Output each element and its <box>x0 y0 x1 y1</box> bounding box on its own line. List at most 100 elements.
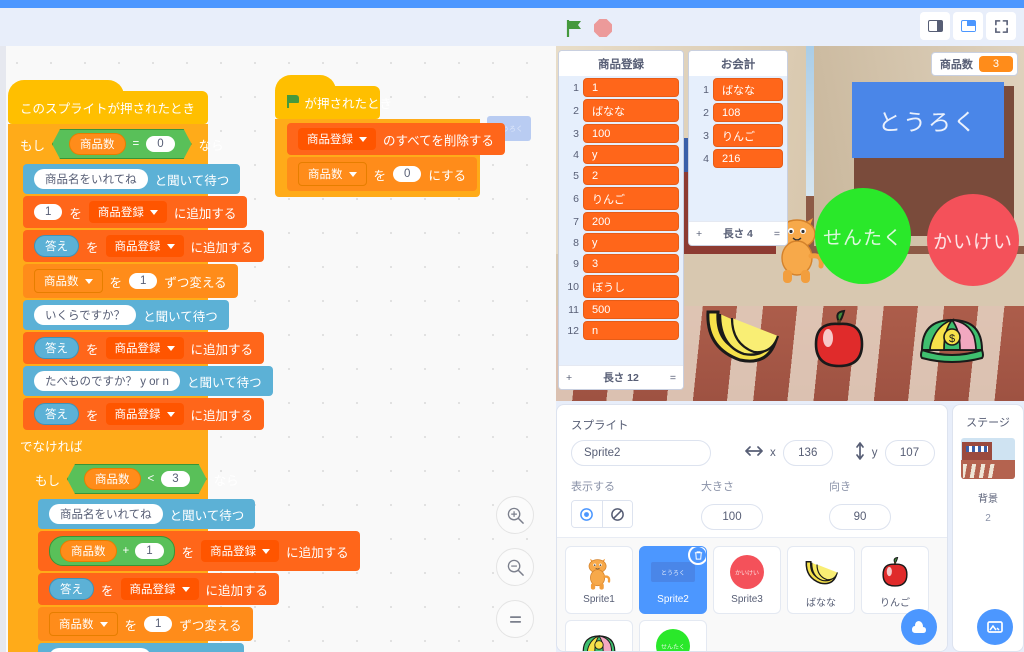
change-amount-input[interactable]: 1 <box>144 616 173 632</box>
variable-shohinsu[interactable]: 商品数 <box>84 468 141 490</box>
list-row[interactable]: 52 <box>559 165 683 186</box>
zoom-out-button[interactable] <box>496 548 534 586</box>
list-row[interactable]: 8y <box>559 232 683 253</box>
stop-sign-icon[interactable] <box>594 19 612 37</box>
zoom-reset-button[interactable] <box>496 600 534 638</box>
variable-dropdown[interactable]: 商品数 <box>298 162 367 186</box>
operand-value[interactable]: 0 <box>146 136 174 152</box>
list-row-value[interactable]: 216 <box>713 149 783 168</box>
small-stage-layout-button[interactable] <box>920 12 950 40</box>
sprite-x-input[interactable] <box>782 440 833 466</box>
sprite-direction-input[interactable] <box>829 504 891 530</box>
sprite-card-touroku-button[interactable]: とうろく Sprite2 <box>639 546 707 614</box>
add-answer-to-list-block[interactable]: 答え を 商品登録 に追加する <box>23 230 265 262</box>
list-row[interactable]: 7 200 <box>559 211 683 232</box>
stage-sprite-apple[interactable] <box>808 308 870 370</box>
list-row-value[interactable]: 3 <box>583 254 679 273</box>
change-variable-block[interactable]: 商品数 を 1 ずつ変える <box>23 264 238 298</box>
add-value-input[interactable]: 1 <box>34 204 63 220</box>
ask-and-wait-block[interactable]: いくらですか？ と聞いて待つ <box>38 643 244 652</box>
less-than-operator-block[interactable]: 商品数 < 3 <box>67 464 207 494</box>
sprite-card-kaikei-circle[interactable]: かいけい Sprite3 <box>713 546 781 614</box>
list-row-value[interactable]: y <box>583 233 679 252</box>
variable-dropdown[interactable]: 商品数 <box>34 269 103 293</box>
add-expression-to-list-block[interactable]: 商品数 + 1 を 商品登録 に追加する <box>38 531 360 571</box>
list-dropdown[interactable]: 商品登録 <box>88 201 167 223</box>
list-row[interactable]: 2 ばなな <box>559 98 683 123</box>
add-answer-to-list-block[interactable]: 答え を 商品登録 に追加する <box>38 573 280 605</box>
list-dropdown[interactable]: 商品登録 <box>105 235 184 257</box>
list-row[interactable]: 6 りんご <box>559 186 683 211</box>
list-monitor-okaikei[interactable]: お会計 1 ばなな 2 108 3 りんご 4 216 + 長さ 4 = <box>688 50 788 246</box>
ask-and-wait-block[interactable]: たべものですか？ y or n と聞いて待つ <box>23 366 273 396</box>
sprite-selector-list[interactable]: Sprite1とうろくSprite2かいけいSprite3ばななりんごぼうしせん… <box>557 537 947 651</box>
sprite-card-hat[interactable]: ぼうし <box>565 620 633 651</box>
hat-block-when-this-sprite-clicked[interactable]: このスプライトが押されたとき <box>8 80 208 124</box>
add-to-list-block[interactable]: 1 を 商品登録 に追加する <box>23 196 248 228</box>
ask-prompt-input[interactable]: 商品名をいれてね <box>34 169 148 189</box>
operand-value[interactable]: 3 <box>161 471 189 487</box>
list-resize-handle[interactable]: = <box>774 228 780 240</box>
add-answer-to-list-block[interactable]: 答え を 商品登録 に追加する <box>23 332 265 364</box>
sprite-card-apple[interactable]: りんご <box>861 546 929 614</box>
script-when-sprite-clicked[interactable]: このスプライトが押されたとき <box>8 80 208 124</box>
list-row-value[interactable]: ばなな <box>583 99 679 122</box>
operand-value[interactable]: 1 <box>135 543 164 559</box>
list-row-value[interactable]: りんご <box>713 124 783 147</box>
ask-and-wait-block[interactable]: 商品名をいれてね と聞いて待つ <box>23 164 241 194</box>
list-row[interactable]: 1 ばなな <box>689 77 787 102</box>
answer-reporter[interactable]: 答え <box>49 578 94 600</box>
variable-shohinsu[interactable]: 商品数 <box>69 133 126 155</box>
add-answer-to-list-block[interactable]: 答え を 商品登録 に追加する <box>23 398 265 430</box>
sprite-card-banana[interactable]: ばなな <box>787 546 855 614</box>
stage-sprite-hat[interactable]: $ <box>914 312 990 366</box>
list-add-button[interactable]: + <box>566 372 572 384</box>
list-dropdown[interactable]: 商品登録 <box>120 578 199 600</box>
list-row-value[interactable]: ばなな <box>713 78 783 101</box>
stage-selector-panel[interactable]: ステージ 背景 2 <box>952 404 1024 652</box>
list-row[interactable]: 3 りんご <box>689 123 787 148</box>
variable-monitor-shohinsu[interactable]: 商品数 3 <box>930 52 1018 76</box>
list-row[interactable]: 4y <box>559 144 683 165</box>
list-resize-handle[interactable]: = <box>670 372 676 384</box>
ask-prompt-input[interactable]: たべものですか？ y or n <box>34 371 180 391</box>
ask-prompt-input[interactable]: いくらですか？ <box>34 305 137 325</box>
list-row-value[interactable]: 200 <box>583 212 679 231</box>
large-stage-layout-button[interactable] <box>953 12 983 40</box>
stage-thumbnail[interactable] <box>961 438 1015 479</box>
set-value-input[interactable]: 0 <box>393 166 422 182</box>
list-row[interactable]: 2 108 <box>689 102 787 123</box>
show-sprite-button[interactable] <box>572 501 602 527</box>
list-add-button[interactable]: + <box>696 228 702 240</box>
stage-sprite-sentaku-button[interactable]: せんたく <box>815 188 911 284</box>
list-monitor-shohin-touroku[interactable]: 商品登録 1 1 2 ばなな 3 100 4 y 5 2 6 りんご 7 200 8 y 9 3 10 ぼうし 11 50… <box>558 50 684 390</box>
list-row-value[interactable]: ぼうし <box>583 275 679 298</box>
hide-sprite-button[interactable] <box>601 501 632 527</box>
add-sprite-button[interactable] <box>901 609 937 645</box>
if-else-block[interactable]: もし 商品数 = 0 なら 商品名をいれてね と聞いて待つ 1 を 商品登録 に… <box>8 124 360 652</box>
sprite-name-input[interactable] <box>571 440 711 466</box>
zoom-in-button[interactable] <box>496 496 534 534</box>
ask-and-wait-block[interactable]: いくらですか？ と聞いて待つ <box>23 300 229 330</box>
stage-sprite-touroku-button[interactable]: とうろく <box>852 82 1004 158</box>
delete-all-of-list-block[interactable]: 商品登録 のすべてを削除する <box>287 123 505 155</box>
set-variable-block[interactable]: 商品数 を 0 にする <box>287 157 478 191</box>
stage-sprite-banana[interactable] <box>696 300 786 370</box>
list-dropdown[interactable]: 商品登録 <box>105 403 184 425</box>
list-rows[interactable]: 1 ばなな 2 108 3 りんご 4 216 <box>689 76 787 221</box>
list-row[interactable]: 11 <box>559 77 683 98</box>
visibility-toggle[interactable] <box>571 500 633 528</box>
nested-if-header[interactable]: もし 商品数 < 3 なら <box>23 459 239 499</box>
delete-sprite-icon[interactable] <box>688 547 706 565</box>
ask-prompt-input[interactable]: 商品名をいれてね <box>49 504 163 524</box>
change-amount-input[interactable]: 1 <box>129 273 158 289</box>
change-variable-block[interactable]: 商品数 を 1 ずつ変える <box>38 607 253 641</box>
list-row-value[interactable]: 108 <box>713 103 783 122</box>
list-row-value[interactable]: りんご <box>583 187 679 210</box>
list-row-value[interactable]: 500 <box>583 300 679 319</box>
sprite-size-input[interactable] <box>701 504 763 530</box>
list-dropdown[interactable]: 商品登録 <box>201 540 280 562</box>
sprite-y-input[interactable] <box>884 440 935 466</box>
list-row[interactable]: 12 n <box>559 320 683 341</box>
script-when-flag-clicked[interactable]: が押されたとき 商品登録 のすべてを削除する 商品数 を 0 にする <box>275 75 505 197</box>
